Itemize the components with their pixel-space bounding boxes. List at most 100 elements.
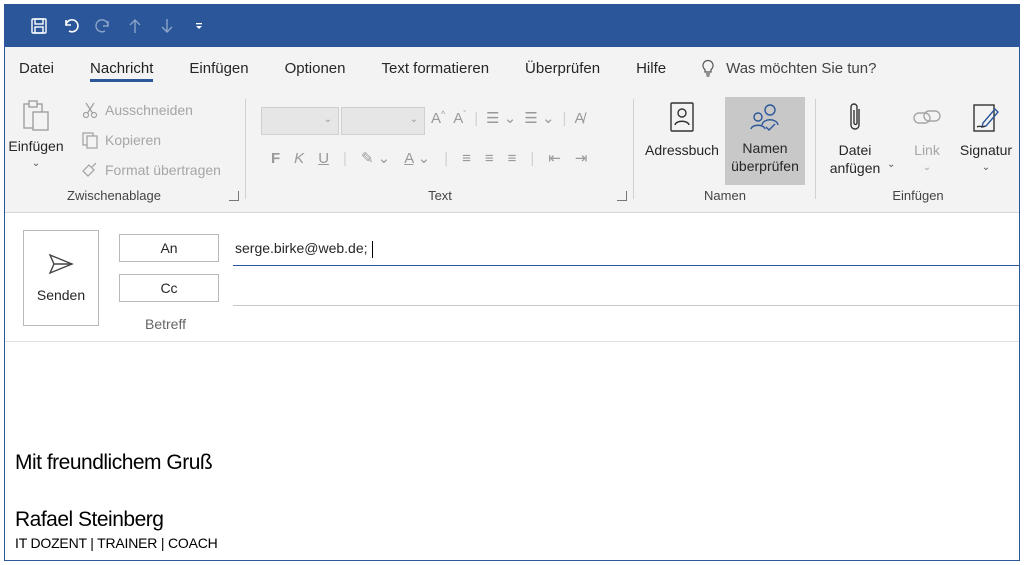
scissors-icon [82, 102, 98, 119]
font-size-select[interactable]: ⌄ [341, 107, 425, 135]
attach-file-label-line1: Datei [838, 142, 872, 158]
shrink-font-icon[interactable]: Aˇ [453, 109, 466, 127]
align-right-icon[interactable]: ≡ [508, 150, 517, 167]
chevron-down-icon: ⌄ [31, 158, 41, 169]
tab-ueberpruefen[interactable]: Überprüfen [525, 47, 600, 89]
increase-indent-icon[interactable]: ⇥ [575, 149, 588, 167]
tab-nachricht[interactable]: Nachricht [90, 47, 154, 89]
check-names-label-line1: Namen [742, 140, 788, 156]
dialog-launcher-icon[interactable] [617, 191, 627, 201]
chevron-down-icon: ⌄ [922, 162, 932, 173]
divider: | [343, 149, 347, 167]
send-icon [48, 253, 74, 275]
signature-title: IT DOZENT | TRAINER | COACH [15, 535, 218, 551]
customize-toolbar-icon[interactable] [183, 10, 215, 42]
check-names-icon [750, 104, 779, 131]
group-label-clipboard: Zwischenablage [67, 188, 161, 203]
link-icon [913, 110, 941, 124]
tab-hilfe[interactable]: Hilfe [636, 47, 666, 89]
underline-button[interactable]: U [318, 150, 329, 167]
signature-name: Rafael Steinberg [15, 508, 164, 531]
group-label-text: Text [428, 188, 452, 203]
divider: | [530, 149, 535, 167]
divider: | [444, 149, 449, 167]
tell-me-box[interactable]: Was möchten Sie tun? [700, 59, 876, 77]
send-button[interactable]: Senden [23, 230, 99, 326]
ribbon-tabs: Datei Nachricht Einfügen Optionen Text f… [5, 47, 1019, 89]
highlight-icon[interactable]: ✎ ⌄ [361, 149, 390, 167]
divider: | [474, 109, 479, 127]
decrease-indent-icon[interactable]: ⇤ [548, 149, 561, 167]
arrow-down-icon[interactable] [151, 10, 183, 42]
clipboard-icon [23, 100, 49, 131]
title-bar [5, 5, 1019, 47]
link-label: Link [914, 142, 940, 158]
tab-optionen[interactable]: Optionen [285, 47, 346, 89]
signature-icon [973, 104, 999, 132]
group-include: Datei anfügen ⌄ Link ⌄ Signatur ⌄ Einfüg… [817, 95, 1019, 207]
format-painter-button[interactable]: Format übertragen [81, 159, 221, 181]
text-caret [371, 240, 373, 258]
attach-file-label-line2: anfügen [829, 160, 881, 176]
chevron-down-icon: ⌄ [887, 159, 896, 170]
paste-button[interactable]: Einfügen ⌄ [8, 99, 64, 173]
text-tools-row2: F K U | ✎ ⌄ A ⌄ | ≡ ≡ ≡ | ⇤ ⇥ [271, 149, 588, 168]
divider [633, 99, 634, 199]
cc-button[interactable]: Cc [119, 274, 219, 302]
cc-field[interactable] [233, 276, 1019, 306]
ribbon: Einfügen ⌄ Ausschneiden Kopieren Format … [5, 89, 1019, 311]
divider: | [562, 109, 567, 127]
send-label: Senden [36, 287, 86, 303]
save-icon[interactable] [23, 10, 55, 42]
address-book-label: Adressbuch [645, 142, 719, 158]
chevron-down-icon: ⌄ [323, 114, 332, 125]
outlook-compose-window: Datei Nachricht Einfügen Optionen Text f… [4, 4, 1020, 561]
bullets-icon[interactable]: ☰ ⌄ [486, 109, 516, 127]
copy-button[interactable]: Kopieren [81, 129, 161, 151]
italic-button[interactable]: K [294, 150, 304, 167]
check-names-button[interactable]: Namen überprüfen [725, 97, 805, 185]
paste-label: Einfügen [8, 138, 64, 154]
to-field-value: serge.birke@web.de; [235, 240, 368, 256]
bold-button[interactable]: F [271, 150, 280, 167]
clear-formatting-icon[interactable]: A̸ [574, 110, 584, 127]
chevron-down-icon: ⌄ [409, 114, 418, 125]
tell-me-text: Was möchten Sie tun? [726, 59, 877, 77]
dialog-launcher-icon[interactable] [229, 191, 239, 201]
attach-file-button[interactable]: Datei anfügen [821, 97, 889, 177]
numbering-icon[interactable]: ☰ ⌄ [524, 109, 554, 127]
to-button[interactable]: An [119, 234, 219, 262]
tab-text-formatieren[interactable]: Text formatieren [382, 47, 490, 89]
check-names-label-line2: überprüfen [731, 158, 799, 174]
align-center-icon[interactable]: ≡ [485, 150, 494, 167]
group-names: Adressbuch Namen überprüfen Namen [637, 95, 813, 207]
cut-label: Ausschneiden [105, 102, 193, 118]
format-painter-icon [82, 162, 97, 177]
cut-button[interactable]: Ausschneiden [81, 99, 193, 121]
link-button[interactable]: Link ⌄ [905, 97, 949, 177]
group-clipboard: Einfügen ⌄ Ausschneiden Kopieren Format … [5, 95, 243, 207]
signature-button[interactable]: Signatur ⌄ [955, 97, 1017, 177]
divider [245, 99, 246, 199]
signature-label: Signatur [959, 142, 1013, 158]
chevron-down-icon: ⌄ [981, 162, 991, 173]
arrow-up-icon[interactable] [119, 10, 151, 42]
align-left-icon[interactable]: ≡ [462, 150, 471, 167]
undo-icon[interactable] [55, 10, 87, 42]
copy-icon [82, 132, 98, 149]
group-label-names: Namen [704, 188, 746, 203]
address-book-icon [670, 102, 694, 132]
tab-datei[interactable]: Datei [19, 47, 54, 89]
to-field[interactable]: serge.birke@web.de; [233, 236, 1019, 266]
font-color-icon[interactable]: A ⌄ [404, 149, 430, 167]
group-label-include: Einfügen [892, 188, 944, 203]
address-book-button[interactable]: Adressbuch [639, 97, 725, 183]
message-header: Senden An Cc Betreff serge.birke@web.de; [5, 214, 1019, 342]
text-tools-row1: A^ Aˇ | ☰ ⌄ ☰ ⌄ | A̸ [431, 109, 584, 127]
greeting-text: Mit freundlichem Gruß [15, 451, 213, 474]
grow-font-icon[interactable]: A^ [431, 109, 445, 127]
redo-icon[interactable] [87, 10, 119, 42]
message-body[interactable]: Mit freundlichem Gruß Rafael Steinberg I… [5, 343, 1019, 560]
font-family-select[interactable]: ⌄ [261, 107, 339, 135]
tab-einfuegen[interactable]: Einfügen [189, 47, 248, 89]
